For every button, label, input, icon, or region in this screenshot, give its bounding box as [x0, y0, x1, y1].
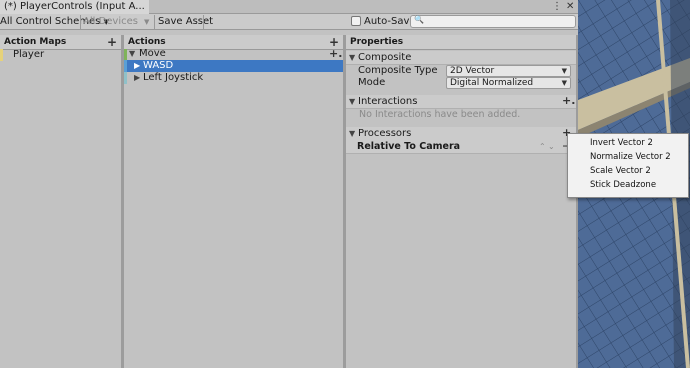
- composite-type-value: 2D Vector: [450, 66, 495, 76]
- add-interaction-icon[interactable]: +.: [562, 95, 575, 107]
- action-maps-panel: Action Maps + Player: [0, 35, 121, 368]
- interactions-title: Interactions: [358, 96, 418, 107]
- properties-title: Properties: [350, 37, 404, 47]
- kebab-menu-icon[interactable]: ⋮: [552, 0, 562, 14]
- toolbar-separator: [154, 15, 155, 29]
- menu-item-normalize-vector-2[interactable]: Normalize Vector 2: [590, 151, 671, 163]
- action-map-label: Player: [13, 49, 45, 60]
- action-maps-header: Action Maps +: [0, 35, 121, 50]
- menu-item-stick-deadzone[interactable]: Stick Deadzone: [590, 179, 656, 191]
- binding-color-strip: [124, 72, 127, 84]
- auto-save-checkbox[interactable]: [351, 16, 361, 26]
- composite-type-label: Composite Type: [358, 65, 438, 76]
- actions-panel: Actions + ▼ Move +. ▶ WASD ▶ Left Joysti…: [124, 35, 343, 368]
- close-icon[interactable]: ✕: [566, 0, 574, 14]
- composite-section-header[interactable]: ▼ Composite: [346, 51, 576, 65]
- title-bar: (*) PlayerControls (Input A... ⋮ ✕: [0, 0, 578, 14]
- window-tab[interactable]: (*) PlayerControls (Input A...: [0, 0, 149, 14]
- processor-label: Relative To Camera: [357, 141, 461, 152]
- action-color-strip: [124, 49, 127, 60]
- search-icon: 🔍: [414, 15, 424, 24]
- mode-label: Mode: [358, 77, 386, 88]
- mode-value: Digital Normalized: [450, 78, 534, 88]
- auto-save-label: Auto-Save: [364, 16, 416, 27]
- search-input[interactable]: 🔍: [410, 15, 576, 28]
- devices-label: All Devices: [83, 16, 138, 27]
- move-up-icon[interactable]: ⌃: [539, 140, 546, 153]
- add-processor-menu: Invert Vector 2 Normalize Vector 2 Scale…: [567, 133, 689, 198]
- dropdown-arrow-icon: ▼: [144, 18, 150, 26]
- save-asset-label: Save Asset: [158, 16, 214, 27]
- chevron-down-icon: ▼: [349, 129, 356, 138]
- chevron-right-icon: ▶: [134, 61, 141, 70]
- action-label: Move: [139, 48, 166, 59]
- menu-item-scale-vector-2[interactable]: Scale Vector 2: [590, 165, 651, 177]
- chevron-right-icon: ▶: [134, 73, 141, 82]
- composite-title: Composite: [358, 52, 412, 63]
- menu-item-invert-vector-2[interactable]: Invert Vector 2: [590, 137, 653, 149]
- add-action-map-icon[interactable]: +: [107, 36, 117, 48]
- binding-label: WASD: [143, 60, 174, 71]
- properties-panel: Properties ▼ Composite Composite Type 2D …: [346, 35, 576, 368]
- toolbar-separator: [80, 15, 81, 29]
- action-row-move[interactable]: ▼ Move +.: [124, 48, 343, 60]
- binding-label: Left Joystick: [143, 72, 204, 83]
- chevron-down-icon: ▼: [349, 97, 356, 106]
- chevron-down-icon: ▼: [129, 49, 136, 58]
- mode-dropdown[interactable]: Digital Normalized ▼: [446, 77, 571, 89]
- window-title: (*) PlayerControls (Input A...: [4, 1, 145, 12]
- processors-section-header[interactable]: ▼Processors +: [346, 127, 576, 141]
- toolbar: All Control Schemes ▼ All Devices ▼ Save…: [0, 14, 578, 30]
- binding-row-wasd[interactable]: ▶ WASD: [124, 60, 343, 72]
- processor-row[interactable]: Relative To Camera ⌃ ⌄ −: [346, 140, 576, 154]
- save-asset-button[interactable]: Save Asset: [158, 14, 213, 30]
- toolbar-separator: [203, 15, 204, 29]
- action-map-item[interactable]: Player: [0, 49, 121, 61]
- chevron-down-icon: ▼: [349, 53, 356, 62]
- action-maps-title: Action Maps: [4, 37, 67, 47]
- processors-title: Processors: [358, 128, 412, 139]
- properties-header: Properties: [346, 35, 576, 50]
- interactions-section-header[interactable]: ▼ Interactions +.: [346, 95, 576, 109]
- add-binding-icon[interactable]: +.: [329, 48, 342, 60]
- composite-type-dropdown[interactable]: 2D Vector ▼: [446, 65, 571, 77]
- binding-color-strip: [124, 60, 127, 72]
- interactions-empty-text: No Interactions have been added.: [359, 109, 521, 120]
- dropdown-arrow-icon: ▼: [561, 79, 567, 87]
- actions-title: Actions: [128, 37, 166, 47]
- move-down-icon[interactable]: ⌄: [548, 140, 555, 153]
- action-map-color-strip: [0, 49, 3, 61]
- devices-dropdown[interactable]: All Devices ▼: [83, 14, 149, 30]
- binding-row-left-joystick[interactable]: ▶ Left Joystick: [124, 72, 343, 84]
- dropdown-arrow-icon: ▼: [561, 67, 567, 75]
